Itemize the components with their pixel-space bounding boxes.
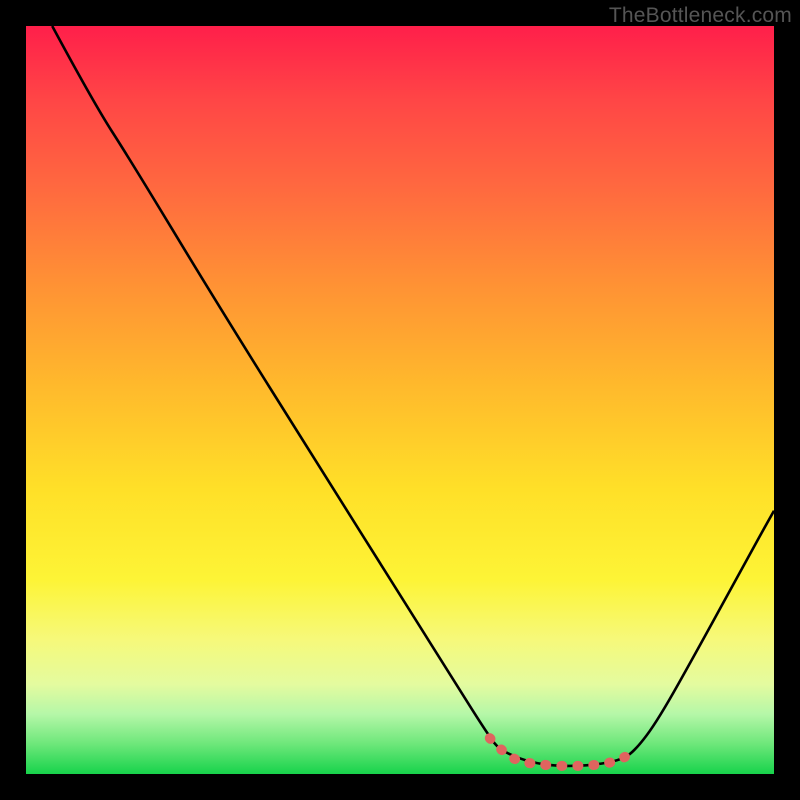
plot-area xyxy=(26,26,774,774)
watermark-text: TheBottleneck.com xyxy=(609,4,792,28)
chart-svg xyxy=(26,26,774,774)
chart-frame: TheBottleneck.com xyxy=(0,0,800,800)
optimal-band xyxy=(490,738,634,766)
bottleneck-curve xyxy=(52,26,774,766)
